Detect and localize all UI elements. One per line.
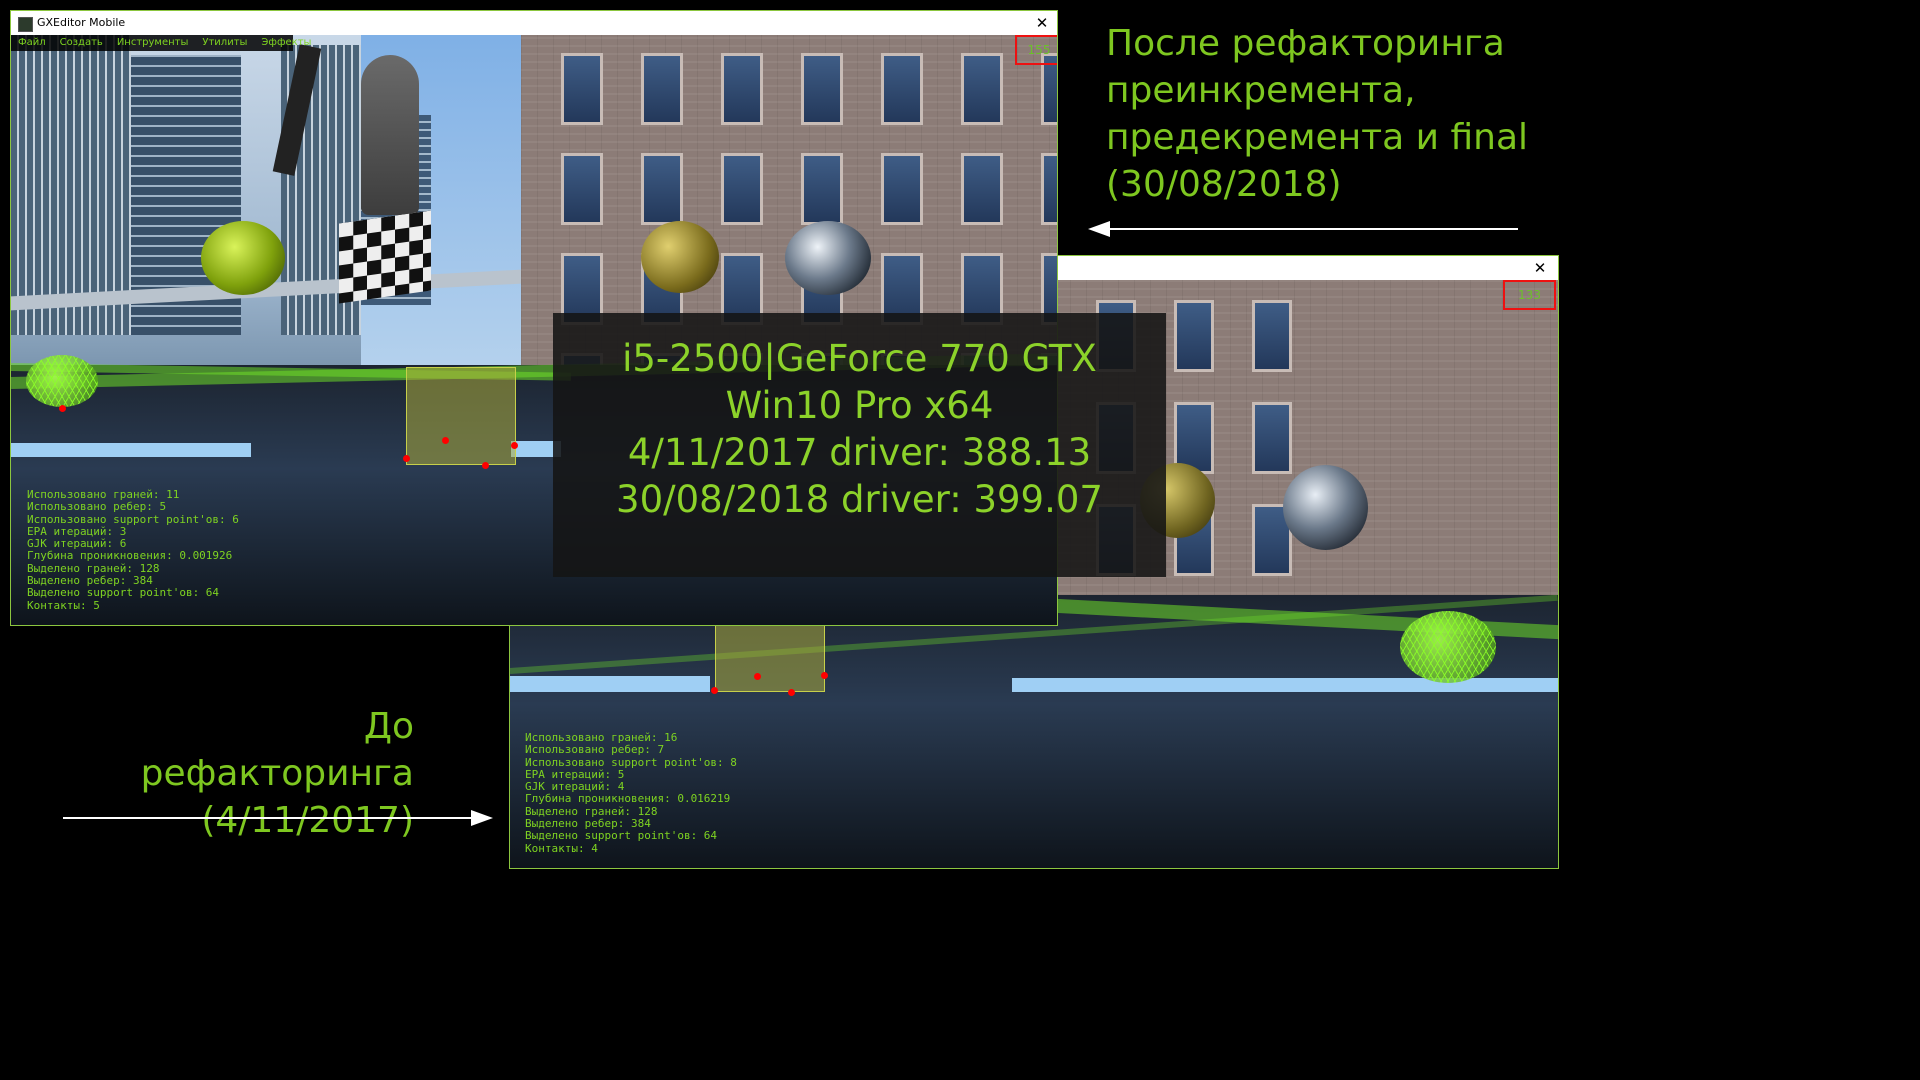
- system-info-os: Win10 Pro x64: [725, 384, 994, 427]
- blue-band: [11, 443, 251, 457]
- arrow-right: [63, 817, 473, 819]
- wire-cube: [715, 625, 825, 692]
- caption-line: преинкремента,: [1106, 70, 1416, 111]
- arrow-right-head: [471, 810, 493, 826]
- building-window: [1174, 300, 1214, 372]
- app-icon: [18, 17, 33, 32]
- system-info-cpu-gpu: i5-2500|GeForce 770 GTX: [622, 337, 1097, 380]
- stat-line: Контакты: 5: [27, 598, 100, 612]
- close-icon[interactable]: ✕: [1528, 258, 1552, 278]
- stat-line: Глубина проникновения: 0.016219: [525, 792, 731, 806]
- checker-cube: [339, 210, 431, 304]
- collision-stats: Использовано граней: 11 Использовано ребе…: [27, 488, 239, 612]
- caption-line: До рефакторинга: [140, 706, 414, 794]
- close-icon[interactable]: ✕: [1030, 13, 1054, 33]
- arrow-left: [1108, 228, 1518, 230]
- titlebar-before: GXEditor Mobile ✕: [11, 11, 1057, 35]
- contact-point: [711, 687, 718, 694]
- arrow-left-head: [1088, 221, 1110, 237]
- building-window: [561, 53, 603, 125]
- menu-item[interactable]: Эффекты: [254, 35, 318, 51]
- contact-point: [442, 437, 449, 444]
- building-window: [1041, 153, 1057, 225]
- contact-point: [788, 689, 795, 696]
- system-info-driver-new: 30/08/2018 driver: 399.07: [616, 478, 1103, 521]
- contact-point: [59, 405, 66, 412]
- menu-item[interactable]: Утилиты: [195, 35, 254, 51]
- building-window: [1252, 300, 1292, 372]
- stat-line: Выделено support point'ов: 64: [27, 586, 220, 600]
- caption-line: (4/11/2017): [201, 800, 414, 841]
- chrome-sphere: [785, 221, 871, 295]
- building-window: [801, 53, 843, 125]
- soldier-model: [361, 55, 419, 215]
- blue-band: [1012, 678, 1558, 692]
- stat-line: Использовано ребер: 5: [27, 500, 167, 514]
- building-window: [961, 53, 1003, 125]
- collision-stats: Использовано граней: 16 Использовано ребе…: [525, 731, 737, 855]
- building-window: [641, 53, 683, 125]
- building-window: [1252, 402, 1292, 474]
- building-window: [721, 53, 763, 125]
- system-info-driver-old: 4/11/2017 driver: 388.13: [627, 431, 1092, 474]
- caption-line: После рефакторинга: [1106, 23, 1505, 64]
- blue-band: [510, 676, 710, 692]
- contact-point: [821, 672, 828, 679]
- contact-point: [482, 462, 489, 469]
- caption-line: (30/08/2018): [1106, 164, 1342, 205]
- stat-line: Глубина проникновения: 0.001926: [27, 549, 233, 563]
- building-window: [881, 153, 923, 225]
- building-window: [801, 153, 843, 225]
- wireframe-sphere: [26, 355, 98, 407]
- caption-after-refactoring: После рефакторинга преинкремента, предек…: [1106, 20, 1528, 208]
- green-sphere: [201, 221, 285, 295]
- window-title: GXEditor Mobile: [37, 16, 126, 29]
- stat-line: Контакты: 4: [525, 841, 598, 855]
- contact-point: [403, 455, 410, 462]
- chrome-sphere: [1283, 465, 1368, 550]
- caption-before-refactoring: До рефакторинга (4/11/2017): [96, 703, 414, 844]
- menu-item[interactable]: Инструменты: [110, 35, 196, 51]
- wireframe-ellipsoid: [1400, 611, 1496, 683]
- menu-item[interactable]: Файл: [11, 35, 53, 51]
- contact-point: [754, 673, 761, 680]
- stat-line: Использовано ребер: 7: [525, 743, 665, 757]
- fps-counter: 155: [1015, 35, 1057, 65]
- stat-line: Выделено support point'ов: 64: [525, 829, 718, 843]
- building-window: [961, 153, 1003, 225]
- caption-line: предекремента и final: [1106, 117, 1529, 158]
- gold-sphere: [641, 221, 719, 293]
- wire-cube: [406, 367, 516, 465]
- menu-bar: Файл Создать Инструменты Утилиты Эффекты: [11, 35, 311, 51]
- fps-counter: 133: [1503, 280, 1556, 310]
- building-window: [721, 153, 763, 225]
- building-window: [561, 153, 603, 225]
- building-window: [881, 53, 923, 125]
- building-window: [641, 153, 683, 225]
- menu-item[interactable]: Создать: [53, 35, 110, 51]
- contact-point: [511, 442, 518, 449]
